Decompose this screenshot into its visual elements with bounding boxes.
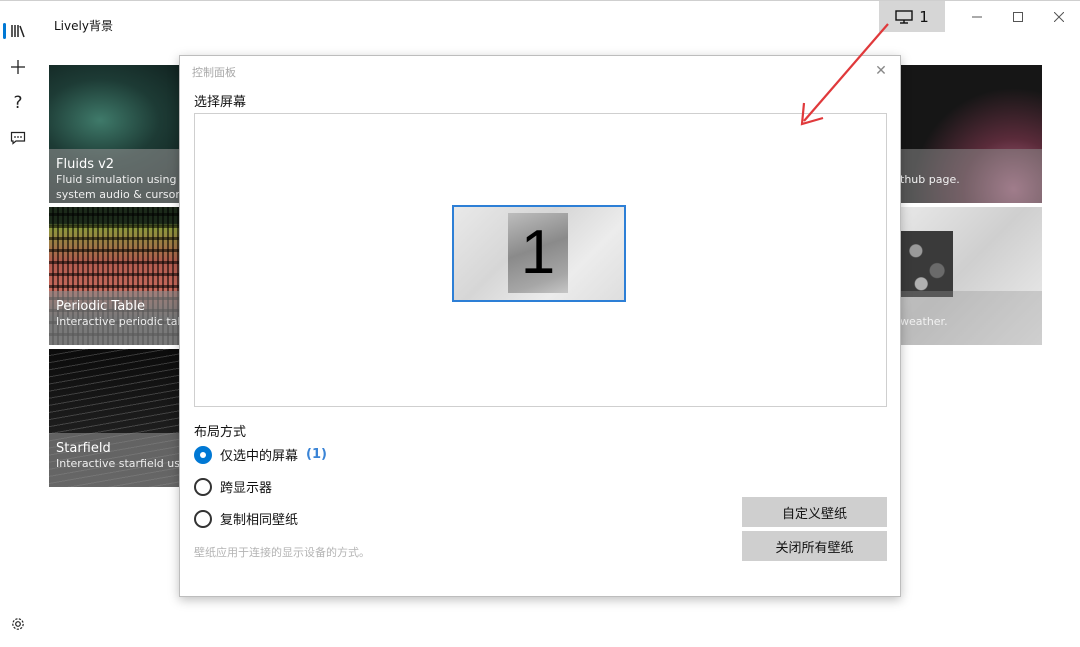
wallpaper-description: thub page. [900,173,960,186]
stones-thumbnail [900,231,953,297]
dialog-close-button[interactable]: ✕ [872,62,890,80]
radio-label: 跨显示器 [220,481,273,496]
nav-help[interactable]: ? [0,88,36,118]
maximize-button[interactable] [998,1,1038,32]
screen-number: 1 [520,218,556,287]
nav-feedback[interactable] [0,123,36,153]
nav-settings[interactable] [0,609,36,639]
wallpaper-card-right-2-selected[interactable]: weather. [900,207,1042,345]
radio-label: 复制相同壁纸 [220,513,299,528]
maximize-icon [1013,11,1023,22]
dialog-title: 控制面板 [192,66,236,79]
minimize-icon [972,16,982,17]
radio-button[interactable] [194,445,212,464]
nav-add[interactable] [0,52,36,82]
app-title: Lively背景 [54,19,113,33]
screen-1-thumbnail[interactable]: 1 [452,205,626,302]
navigation-rail: ? [0,1,36,647]
wallpaper-description: weather. [900,315,948,328]
minimize-button[interactable] [957,1,997,32]
customise-wallpaper-button[interactable]: 自定义壁纸 [742,497,887,527]
close-icon [1054,11,1064,22]
app-window: Lively背景 1 ? Fluids v2 Fluid simulation … [0,0,1080,647]
help-icon: ? [13,93,23,113]
feedback-icon [10,131,26,145]
nav-library[interactable] [0,16,36,46]
control-panel-dialog: 控制面板 ✕ 选择屏幕 1 布局方式 仅选中的屏幕 (1) 跨显示器 复制相同壁… [179,55,901,597]
radio-span-displays[interactable]: 跨显示器 [194,477,272,496]
monitor-icon [895,9,913,24]
radio-button[interactable] [194,477,212,496]
layout-hint: 壁纸应用于连接的显示设备的方式。 [194,546,370,559]
wallpaper-card-right-1[interactable]: thub page. [900,65,1042,203]
radio-badge: (1) [306,447,327,462]
settings-icon [12,618,24,630]
library-icon [11,25,25,38]
monitor-select-button[interactable]: 1 [879,1,945,32]
screen-selector-area: 1 [194,113,887,407]
title-bar: Lively背景 1 [0,1,1080,33]
radio-duplicate-wallpaper[interactable]: 复制相同壁纸 [194,509,298,528]
monitor-number: 1 [919,7,929,26]
radio-button[interactable] [194,509,212,528]
close-all-wallpapers-button[interactable]: 关闭所有壁纸 [742,531,887,561]
close-icon: ✕ [875,63,887,79]
radio-selected-screen[interactable]: 仅选中的屏幕 (1) [194,445,327,464]
add-icon [11,60,25,74]
wallpaper-caption: weather. [900,291,1042,345]
close-window-button[interactable] [1039,1,1079,32]
select-screen-label: 选择屏幕 [194,95,247,110]
radio-label: 仅选中的屏幕 [220,449,299,464]
layout-label: 布局方式 [194,425,247,440]
wallpaper-caption: thub page. [900,149,1042,203]
